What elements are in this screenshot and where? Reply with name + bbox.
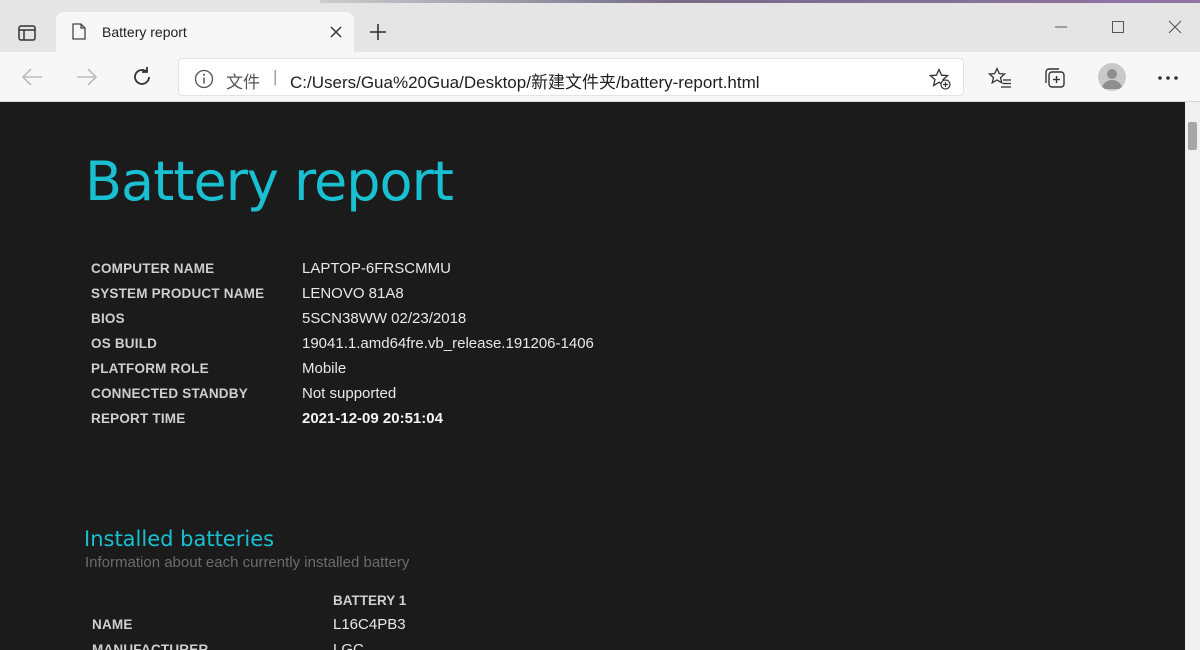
scheme-label: 文件 [226, 73, 260, 92]
tab-strip: Battery report [0, 0, 1200, 52]
plus-icon [370, 24, 386, 40]
table-row: SYSTEM PRODUCT NAME LENOVO 81A8 [91, 281, 594, 306]
report-page: Battery report COMPUTER NAME LAPTOP-6FRSC… [0, 102, 1185, 650]
more-icon [1158, 76, 1178, 80]
row-value: L16C4PB3 [333, 616, 406, 633]
table-row: CONNECTED STANDBY Not supported [91, 381, 594, 406]
row-label: REPORT TIME [91, 411, 186, 426]
refresh-icon [134, 67, 150, 85]
refresh-button[interactable] [125, 60, 159, 94]
info-icon[interactable] [194, 69, 214, 89]
battery-table: NAME L16C4PB3 MANUFACTURER LGC [92, 612, 406, 650]
table-row: PLATFORM ROLE Mobile [91, 356, 594, 381]
minimize-button[interactable] [1044, 12, 1078, 42]
page-icon [72, 23, 86, 40]
close-icon [330, 26, 342, 38]
add-favorite-icon[interactable] [929, 68, 951, 90]
row-value: LGC [333, 641, 364, 650]
collections-button[interactable] [1041, 64, 1069, 92]
row-value: Not supported [302, 385, 397, 402]
table-row: COMPUTER NAME LAPTOP-6FRSCMMU [91, 256, 594, 281]
profile-button[interactable] [1098, 63, 1126, 91]
row-label: BIOS [91, 311, 125, 326]
new-tab-button[interactable] [364, 18, 392, 46]
close-tab-button[interactable] [324, 20, 348, 44]
row-label: PLATFORM ROLE [91, 361, 209, 376]
forward-arrow-icon [77, 68, 98, 86]
tab-actions-icon [18, 25, 36, 41]
table-row: MANUFACTURER LGC [92, 637, 406, 650]
row-value: Mobile [302, 360, 347, 377]
row-label: OS BUILD [91, 336, 158, 351]
row-label: NAME [92, 617, 133, 632]
maximize-icon [1112, 21, 1124, 33]
address-separator: | [273, 67, 278, 86]
vertical-scrollbar[interactable] [1185, 102, 1200, 650]
scrollbar-thumb[interactable] [1188, 122, 1197, 150]
browser-toolbar: 文件 | C:/Users/Gua%20Gua/Desktop/新建文件夹/ba… [0, 52, 1200, 102]
row-label: MANUFACTURER [92, 642, 209, 650]
row-value: 5SCN38WW 02/23/2018 [302, 310, 467, 327]
row-label: COMPUTER NAME [91, 261, 215, 276]
minimize-icon [1055, 26, 1067, 28]
row-value: LENOVO 81A8 [302, 285, 404, 302]
row-value: 19041.1.amd64fre.vb_release.191206-1406 [302, 335, 594, 352]
page-title: Battery report [85, 150, 454, 213]
profile-icon [1102, 69, 1122, 89]
row-label: CONNECTED STANDBY [91, 386, 248, 401]
window-accent-line [320, 0, 1200, 3]
table-row: BIOS 5SCN38WW 02/23/2018 [91, 306, 594, 331]
window-close-icon [1168, 20, 1182, 34]
more-button[interactable] [1154, 64, 1182, 92]
row-value: 2021-12-09 20:51:04 [302, 410, 443, 427]
favorites-button[interactable] [986, 64, 1014, 92]
favorites-icon [988, 67, 1011, 88]
installed-batteries-subtitle: Information about each currently install… [85, 554, 410, 571]
active-tab[interactable]: Battery report [56, 12, 354, 52]
row-value: LAPTOP-6FRSCMMU [302, 260, 451, 277]
tab-title: Battery report [102, 24, 187, 40]
back-button[interactable] [15, 60, 49, 94]
battery-column-header: BATTERY 1 [333, 593, 407, 608]
address-bar[interactable]: 文件 | C:/Users/Gua%20Gua/Desktop/新建文件夹/ba… [178, 58, 964, 96]
maximize-button[interactable] [1101, 12, 1135, 42]
collections-icon [1045, 68, 1065, 88]
back-arrow-icon [21, 68, 42, 86]
url-text[interactable]: C:/Users/Gua%20Gua/Desktop/新建文件夹/battery… [290, 68, 760, 93]
row-label: SYSTEM PRODUCT NAME [91, 286, 265, 301]
system-info-table: COMPUTER NAME LAPTOP-6FRSCMMU SYSTEM PRODU… [91, 256, 594, 431]
installed-batteries-heading: Installed batteries [84, 527, 275, 551]
table-row: REPORT TIME 2021-12-09 20:51:04 [91, 406, 594, 431]
tab-actions-button[interactable] [10, 18, 44, 48]
window-close-button[interactable] [1158, 12, 1192, 42]
table-row: OS BUILD 19041.1.amd64fre.vb_release.1912… [91, 331, 594, 356]
forward-button[interactable] [70, 60, 104, 94]
table-row: NAME L16C4PB3 [92, 612, 406, 637]
